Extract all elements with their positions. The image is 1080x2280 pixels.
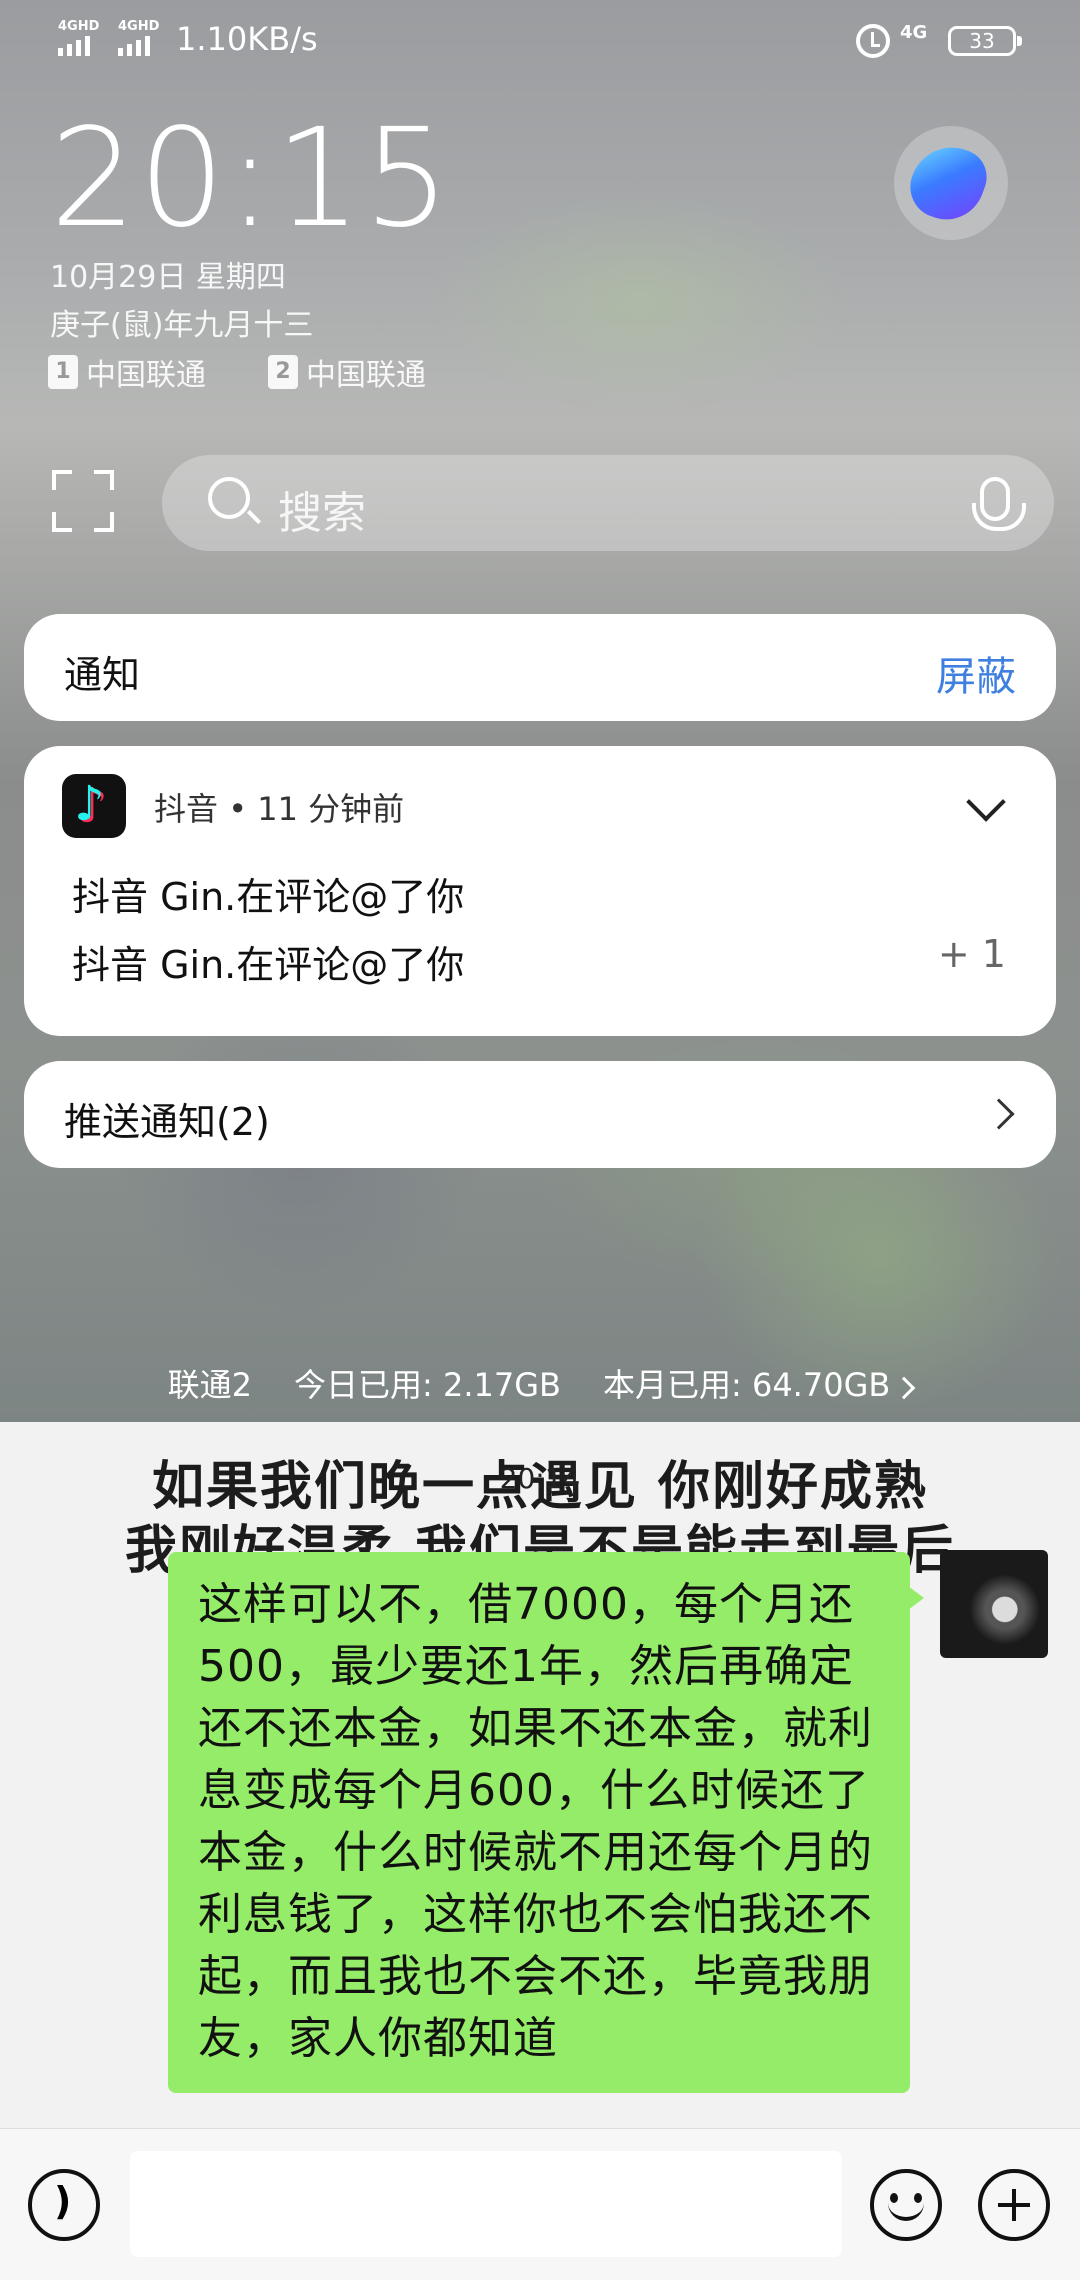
- alarm-icon: [856, 24, 890, 58]
- message-line: 本金，什么时候就不用还每个月的: [198, 1827, 873, 1878]
- search-icon: [208, 477, 250, 519]
- network-type: 4G: [900, 22, 928, 43]
- notification-more-count: + 1: [937, 932, 1006, 976]
- chevron-down-icon[interactable]: [966, 782, 1006, 822]
- assistant-orb-icon[interactable]: [894, 126, 1008, 240]
- message-line: 起，而且我也不会不还，毕竟我朋: [198, 1951, 873, 2002]
- message-line: 还不还本金，如果不还本金，就利: [198, 1703, 873, 1754]
- chat-area[interactable]: 如果我们晚一点遇见 你刚好成熟 我刚好温柔 我们是不是能走到最后 20:14 这…: [0, 1422, 1080, 2128]
- emoji-icon[interactable]: [870, 2169, 942, 2241]
- data-usage-bar[interactable]: 联通2 今日已用: 2.17GB 本月已用: 64.70GB: [0, 1360, 1080, 1406]
- carrier-name: 中国联通: [306, 358, 426, 393]
- douyin-app-icon: [62, 774, 126, 838]
- search-placeholder: 搜索: [278, 488, 366, 539]
- data-usage-today: 今日已用: 2.17GB: [294, 1366, 561, 1404]
- notification-app-name: 抖音: [154, 790, 219, 828]
- mute-button[interactable]: 屏蔽: [936, 644, 1016, 702]
- scan-icon[interactable]: [52, 470, 114, 532]
- avatar[interactable]: [940, 1550, 1048, 1658]
- chat-input-bar: [0, 2128, 1080, 2280]
- notification-shade: 4GHD 4GHD 1.10KB/s 4G 33 20:15 10月29日 星期…: [0, 0, 1080, 1422]
- battery-indicator: 33: [948, 26, 1022, 56]
- data-usage-carrier: 联通2: [167, 1366, 253, 1404]
- search-bar[interactable]: 搜索: [162, 455, 1054, 551]
- status-bar: 4GHD 4GHD 1.10KB/s 4G 33: [0, 0, 1080, 80]
- lunar-date: 庚子(鼠)年九月十三: [50, 308, 314, 343]
- date[interactable]: 10月29日 星期四: [50, 252, 286, 296]
- plus-icon[interactable]: [978, 2169, 1050, 2241]
- notification-line: 抖音 Gin.在评论@了你: [72, 943, 465, 987]
- sim2-signal-icon: 4GHD: [118, 20, 159, 56]
- push-notification-group[interactable]: 推送通知(2): [24, 1061, 1056, 1168]
- chat-timestamp: 20:14: [499, 1462, 581, 1495]
- message-input[interactable]: [130, 2151, 842, 2257]
- notification-line: 抖音 Gin.在评论@了你: [72, 875, 465, 919]
- douyin-notification[interactable]: 抖音 • 11 分钟前 抖音 Gin.在评论@了你 抖音 Gin.在评论@了你 …: [24, 746, 1056, 1036]
- voice-icon[interactable]: [28, 2169, 100, 2241]
- sim1-badge: 1: [48, 355, 78, 389]
- message-line: 友，家人你都知道: [198, 2013, 558, 2064]
- chevron-right-icon: [893, 1376, 916, 1400]
- mic-icon[interactable]: [972, 477, 1026, 531]
- message-line: 500，最少要还1年，然后再确定: [198, 1641, 854, 1692]
- network-speed: 1.10KB/s: [176, 20, 318, 58]
- message-bubble[interactable]: 这样可以不，借7000，每个月还 500，最少要还1年，然后再确定 还不还本金，…: [168, 1552, 924, 2093]
- carrier-sim1: 1 中国联通: [48, 350, 206, 394]
- message-line: 利息钱了，这样你也不会怕我还不: [198, 1889, 873, 1940]
- notification-header-title: 通知: [64, 653, 141, 697]
- notification-meta: 抖音 • 11 分钟前: [154, 784, 404, 830]
- push-notification-label: 推送通知(2): [64, 1100, 270, 1144]
- message-line: 这样可以不，借7000，每个月还: [198, 1579, 854, 1630]
- carrier-sim2: 2 中国联通: [268, 350, 426, 394]
- chevron-right-icon: [983, 1098, 1015, 1130]
- data-usage-month: 本月已用: 64.70GB: [603, 1360, 916, 1406]
- notification-header: 通知 屏蔽: [24, 614, 1056, 721]
- carrier-name: 中国联通: [86, 358, 206, 393]
- sim2-badge: 2: [268, 355, 298, 389]
- message-line: 息变成每个月600，什么时候还了: [198, 1765, 870, 1816]
- sim1-signal-icon: 4GHD: [58, 20, 99, 56]
- notification-time: • 11 分钟前: [228, 790, 405, 828]
- clock[interactable]: 20:15: [50, 100, 452, 258]
